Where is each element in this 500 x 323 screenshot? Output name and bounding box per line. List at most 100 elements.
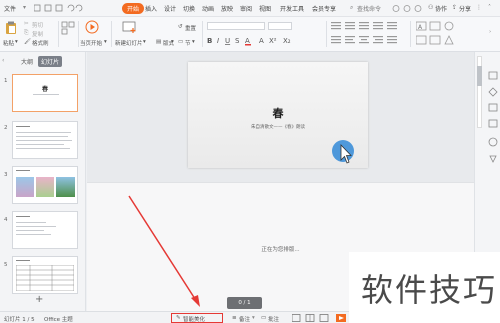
play-from-current-button[interactable]: 当页开始 <box>80 39 102 47</box>
share-icon: ⇪ <box>452 4 458 11</box>
notes-button[interactable]: 备注 <box>239 315 250 323</box>
thumb-text-line <box>16 222 46 223</box>
collapse-ribbon-icon[interactable]: ˄ <box>488 4 491 11</box>
play-dropdown-icon[interactable]: ▾ <box>104 39 107 45</box>
slide-number: 2 <box>4 125 8 131</box>
svg-text:X₂: X₂ <box>283 37 291 45</box>
slide-thumbnail-panel: ‹ 大纲 幻灯片 1 春 2 3 4 5 + <box>0 52 86 311</box>
slide-thumbnail-3[interactable] <box>12 166 78 204</box>
new-slide-icon[interactable] <box>122 20 138 34</box>
collab-button[interactable]: 协作 <box>435 4 447 13</box>
comment-icon: ▭ <box>261 315 267 321</box>
cut-icon: ✂ <box>24 21 29 27</box>
page-indicator: 0 / 1 <box>227 297 262 309</box>
tab-animation[interactable]: 动画 <box>202 4 214 13</box>
tab-slideshow[interactable]: 放映 <box>221 4 233 13</box>
new-slide-dropdown-icon[interactable]: ▾ <box>143 39 146 45</box>
tab-view[interactable]: 视图 <box>259 4 271 13</box>
add-slide-button[interactable]: + <box>35 294 43 305</box>
thumb-text-line <box>16 132 71 133</box>
share-button[interactable]: 分享 <box>459 4 471 13</box>
section-button[interactable]: 节 <box>185 39 191 47</box>
smart-beautify-button[interactable]: 智能美化 <box>183 315 205 323</box>
notes-dropdown-icon[interactable]: ▾ <box>252 315 255 321</box>
paste-button[interactable]: 粘贴 <box>3 39 14 47</box>
slide-title[interactable]: 春 <box>188 105 368 121</box>
format-painter-button[interactable]: 格式刷 <box>32 39 49 47</box>
search-icon[interactable]: ⌕ <box>350 4 353 12</box>
tab-developer[interactable]: 开发工具 <box>280 4 304 13</box>
slide-number: 4 <box>4 217 8 223</box>
multi-icons[interactable] <box>61 21 75 35</box>
tab-home[interactable]: 开始 <box>122 3 145 14</box>
scrollbar-thumb[interactable] <box>477 66 482 86</box>
section-icon: ▭ <box>178 39 184 45</box>
thumb-title-line <box>16 126 30 127</box>
slide-thumbnail-5[interactable] <box>12 256 78 294</box>
watermark-text: 软件技巧 <box>361 271 498 309</box>
slide-subtitle[interactable]: 朱自清散文——《春》朗读 <box>188 124 368 130</box>
play-from-current-icon[interactable] <box>85 20 99 34</box>
drawing-icons[interactable]: A <box>416 21 471 49</box>
divider <box>58 21 59 47</box>
thumb-text-line <box>16 234 51 235</box>
thumb-text-line <box>16 140 72 141</box>
new-slide-button[interactable]: 新建幻灯片 <box>115 39 143 47</box>
reset-button[interactable]: 重置 <box>185 24 196 32</box>
slide-number: 5 <box>4 262 8 268</box>
font-size-select[interactable] <box>268 22 292 30</box>
svg-text:A: A <box>259 37 264 45</box>
divider <box>202 21 203 47</box>
ribbon-scroll-icon[interactable]: › <box>489 29 491 35</box>
layout-dropdown-icon[interactable]: ▾ <box>171 39 174 45</box>
paste-dropdown-icon[interactable]: ▾ <box>15 39 18 45</box>
menu-bar: 文件 ▾ 开始 插入 设计 切换 动画 放映 审阅 视图 开发工具 会员专享 ⌕… <box>0 0 500 17</box>
tab-slides[interactable]: 幻灯片 <box>38 56 63 67</box>
watermark: 软件技巧 <box>349 252 500 323</box>
tab-outline[interactable]: 大纲 <box>21 57 33 66</box>
slide-thumbnail-1[interactable]: 春 <box>12 74 78 112</box>
sidebar-tool-icons[interactable] <box>487 70 499 180</box>
svg-text:X²: X² <box>269 37 277 45</box>
tab-insert[interactable]: 插入 <box>145 4 157 13</box>
more-icon[interactable]: ⋮ <box>476 4 482 11</box>
font-name-select[interactable] <box>207 22 265 30</box>
panel-toggle-icon[interactable]: ‹ <box>2 57 4 64</box>
file-menu[interactable]: 文件 <box>4 4 16 13</box>
svg-text:U: U <box>225 37 230 45</box>
tab-member[interactable]: 会员专享 <box>312 4 336 13</box>
beautify-cursor[interactable] <box>329 138 357 170</box>
current-slide[interactable]: 春 朱自清散文——《春》朗读 <box>188 62 368 168</box>
comments-button[interactable]: 批注 <box>268 315 279 323</box>
divider <box>111 21 112 47</box>
tab-review[interactable]: 审阅 <box>240 4 252 13</box>
quick-access-icons[interactable] <box>34 4 94 13</box>
format-painter-icon: 🖌 <box>24 39 31 45</box>
menu-arrow-icon: ▾ <box>23 4 27 11</box>
slide-number: 1 <box>4 78 8 84</box>
search-command[interactable]: 查找命令 <box>357 4 381 13</box>
view-mode-icons[interactable] <box>292 314 352 322</box>
slide-thumbnail-2[interactable] <box>12 121 78 159</box>
paste-icon[interactable] <box>5 21 17 35</box>
section-dropdown-icon[interactable]: ▾ <box>192 39 195 45</box>
slide-thumbnail-4[interactable] <box>12 211 78 249</box>
thumb-title-line <box>16 216 30 217</box>
font-format-icons[interactable]: B I U S A A X² X₂ <box>207 35 327 47</box>
annotation-arrow <box>128 195 200 307</box>
ribbon-toolbar: 粘贴 ▾ ✂ 剪切 ⎘ 复制 🖌 格式刷 当页开始 ▾ 新建幻灯片 ▾ ▤ 版式… <box>0 17 500 52</box>
copy-icon: ⎘ <box>24 30 29 36</box>
thumb-photo <box>16 177 34 197</box>
paragraph-icons[interactable] <box>331 21 406 49</box>
svg-text:I: I <box>217 37 219 45</box>
thumb-title-line <box>16 260 30 261</box>
cut-button[interactable]: 剪切 <box>32 21 43 29</box>
thumb-text-line <box>16 148 70 149</box>
tab-design[interactable]: 设计 <box>164 4 176 13</box>
thumb-text-line <box>16 144 64 145</box>
thumb-subtitle-line <box>33 94 59 95</box>
tab-transition[interactable]: 切换 <box>183 4 195 13</box>
cloud-sync-icons[interactable] <box>392 4 422 13</box>
slide-counter: 幻灯片 1 / 5 <box>4 317 35 323</box>
copy-button[interactable]: 复制 <box>32 30 43 38</box>
